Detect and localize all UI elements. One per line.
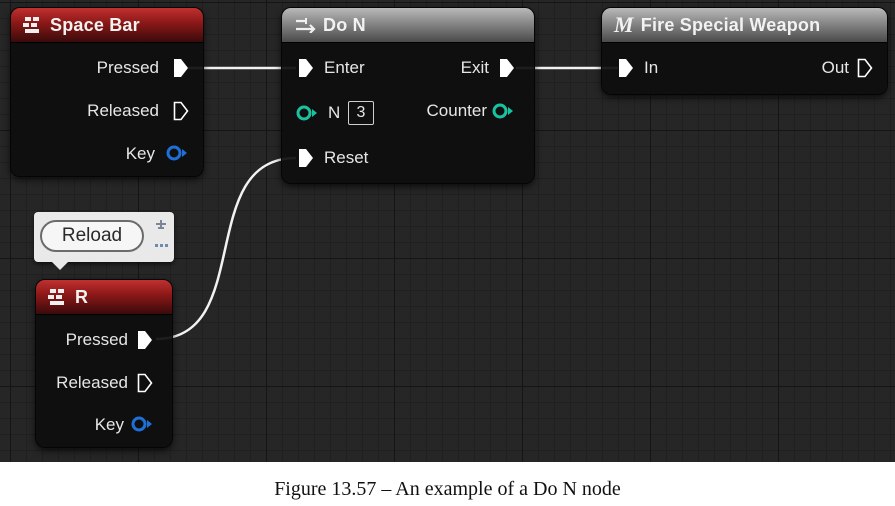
fire-special-weapon-node-title: Fire Special Weapon: [640, 14, 821, 35]
space-bar-node-header[interactable]: Space Bar: [11, 8, 203, 43]
space-bar-node-title: Space Bar: [50, 14, 140, 35]
figure-caption: Figure 13.57 – An example of a Do N node: [274, 478, 621, 500]
do-n-enter-label: Enter: [324, 58, 365, 77]
r-released-label: Released: [56, 373, 128, 392]
r-key-pin[interactable]: [131, 415, 153, 433]
reload-comment-label: Reload: [40, 220, 144, 252]
fire-in-exec-pin[interactable]: [618, 58, 634, 78]
space-bar-pressed-exec-pin[interactable]: [173, 58, 189, 78]
do-n-counter-output-pin[interactable]: [492, 102, 514, 120]
macro-icon: M: [614, 12, 634, 37]
do-n-counter-label: Counter: [426, 101, 487, 120]
r-released-exec-pin[interactable]: [137, 373, 153, 393]
do-n-node-header[interactable]: Do N: [282, 8, 534, 43]
pin-comment-icon[interactable]: [152, 218, 170, 258]
r-key-event-node[interactable]: R Pressed Released Key: [36, 280, 172, 447]
r-pressed-exec-pin[interactable]: [137, 330, 153, 350]
flow-control-icon: [294, 17, 316, 33]
keyboard-key-icon: [48, 288, 68, 306]
do-n-n-value-field[interactable]: 3: [348, 101, 374, 125]
reload-comment-bubble[interactable]: Reload: [34, 212, 174, 270]
r-node-header[interactable]: R: [36, 280, 172, 315]
do-n-n-label: N: [328, 103, 341, 122]
r-pressed-label: Pressed: [65, 330, 128, 349]
space-bar-pressed-label: Pressed: [96, 58, 159, 77]
do-n-enter-exec-pin[interactable]: [298, 58, 314, 78]
fire-special-weapon-node-header[interactable]: M Fire Special Weapon: [602, 8, 887, 43]
fire-special-weapon-node[interactable]: M Fire Special Weapon In Out: [602, 8, 887, 94]
do-n-node[interactable]: Do N Enter Exit N 3 Counter Reset: [282, 8, 534, 183]
space-bar-key-pin[interactable]: [166, 144, 188, 162]
blueprint-graph-canvas[interactable]: Space Bar Pressed Released Key Do N Ente…: [0, 0, 895, 462]
do-n-reset-exec-pin[interactable]: [298, 148, 314, 168]
wire-r-pressed-to-reset[interactable]: [155, 156, 297, 341]
space-bar-event-node[interactable]: Space Bar Pressed Released Key: [11, 8, 203, 176]
do-n-node-title: Do N: [323, 14, 366, 35]
space-bar-released-label: Released: [87, 101, 159, 120]
do-n-exit-exec-pin[interactable]: [499, 58, 515, 78]
space-bar-released-exec-pin[interactable]: [173, 101, 189, 121]
do-n-reset-label: Reset: [324, 148, 369, 167]
fire-out-exec-pin[interactable]: [857, 58, 873, 78]
fire-in-label: In: [644, 58, 659, 77]
r-key-label: Key: [94, 415, 124, 434]
fire-out-label: Out: [821, 58, 849, 77]
space-bar-key-label: Key: [125, 144, 155, 163]
do-n-n-input-pin[interactable]: [296, 104, 318, 122]
r-node-title: R: [75, 286, 89, 307]
keyboard-key-icon: [23, 16, 43, 34]
do-n-exit-label: Exit: [460, 58, 489, 77]
